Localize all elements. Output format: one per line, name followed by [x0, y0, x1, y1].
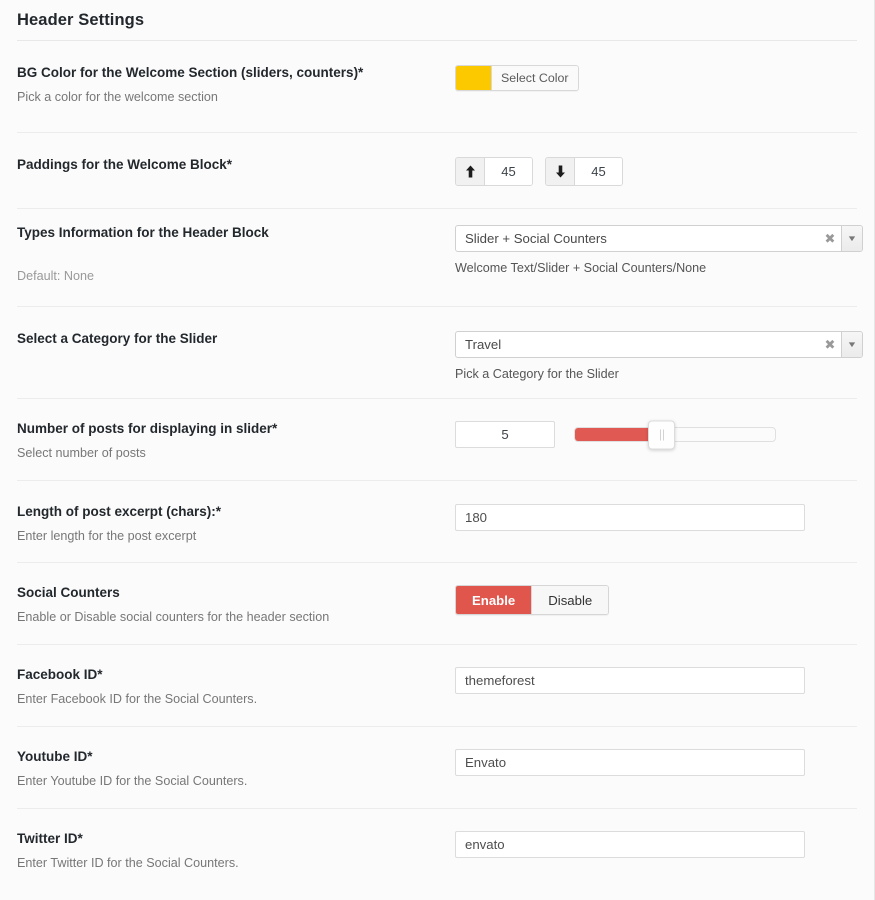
slider-grip-line: [662, 429, 664, 440]
padding-top-value[interactable]: 45: [485, 158, 532, 185]
types-information-default: Default: None: [17, 268, 95, 283]
row-paddings: Paddings for the Welcome Block* 45 45: [17, 133, 857, 209]
row-facebook-id: Facebook ID* Enter Facebook ID for the S…: [17, 645, 857, 727]
padding-top-field[interactable]: 45: [455, 157, 533, 186]
row-types-information: Types Information for the Header Block D…: [17, 209, 863, 307]
row-paddings-left: Paddings for the Welcome Block*: [17, 157, 455, 174]
enable-button[interactable]: Enable: [456, 586, 532, 614]
row-excerpt-length-right: 180: [455, 504, 857, 531]
excerpt-length-input[interactable]: 180: [455, 504, 805, 531]
types-information-label: Types Information for the Header Block: [17, 225, 269, 240]
disable-button[interactable]: Disable: [531, 586, 609, 614]
row-youtube-right: Envato: [455, 749, 857, 776]
twitter-id-input[interactable]: envato: [455, 831, 805, 858]
padding-spinners: 45 45: [455, 157, 857, 186]
chevron-down-icon[interactable]: ▼: [841, 332, 862, 357]
facebook-id-input[interactable]: themeforest: [455, 667, 805, 694]
row-excerpt-length: Length of post excerpt (chars):* Enter l…: [17, 481, 857, 563]
row-excerpt-length-left: Length of post excerpt (chars):* Enter l…: [17, 504, 455, 544]
bg-color-description: Pick a color for the welcome section: [17, 89, 218, 104]
row-category-left: Select a Category for the Slider: [17, 331, 455, 348]
twitter-id-description: Enter Twitter ID for the Social Counters…: [17, 855, 239, 870]
row-twitter-left: Twitter ID* Enter Twitter ID for the Soc…: [17, 831, 455, 871]
youtube-id-label: Youtube ID*: [17, 749, 93, 764]
row-category-right: Travel ✖ ▼ Pick a Category for the Slide…: [455, 331, 863, 381]
social-counters-description: Enable or Disable social counters for th…: [17, 609, 330, 624]
row-category: Select a Category for the Slider Travel …: [17, 307, 863, 399]
row-number-of-posts: Number of posts for displaying in slider…: [17, 399, 857, 481]
social-counters-label: Social Counters: [17, 585, 120, 600]
select-color-label: Select Color: [492, 66, 578, 90]
youtube-id-description: Enter Youtube ID for the Social Counters…: [17, 773, 248, 788]
facebook-id-label: Facebook ID*: [17, 667, 103, 682]
types-information-selected-value: Slider + Social Counters: [465, 231, 607, 246]
paddings-label: Paddings for the Welcome Block*: [17, 157, 233, 172]
number-of-posts-slider[interactable]: [574, 420, 776, 449]
social-counters-toggle: Enable Disable: [455, 585, 610, 615]
slider-handle[interactable]: [648, 420, 675, 449]
types-information-hint: Welcome Text/Slider + Social Counters/No…: [455, 261, 707, 275]
youtube-id-input[interactable]: Envato: [455, 749, 805, 776]
row-twitter-id: Twitter ID* Enter Twitter ID for the Soc…: [17, 809, 857, 891]
clear-icon[interactable]: ✖: [819, 338, 841, 351]
arrow-down-icon: [546, 158, 575, 185]
row-facebook-left: Facebook ID* Enter Facebook ID for the S…: [17, 667, 455, 707]
color-picker-button[interactable]: Select Color: [455, 65, 579, 91]
color-swatch[interactable]: [456, 66, 492, 90]
facebook-id-description: Enter Facebook ID for the Social Counter…: [17, 691, 258, 706]
row-types-left: Types Information for the Header Block D…: [17, 225, 455, 284]
row-types-right: Slider + Social Counters ✖ ▼ Welcome Tex…: [455, 225, 863, 275]
padding-bottom-value[interactable]: 45: [575, 158, 622, 185]
number-of-posts-control: 5: [455, 420, 857, 449]
row-youtube-left: Youtube ID* Enter Youtube ID for the Soc…: [17, 749, 455, 789]
number-of-posts-input[interactable]: 5: [455, 421, 555, 448]
row-number-of-posts-right: 5: [455, 420, 857, 449]
page-title: Header Settings: [17, 11, 145, 29]
bg-color-label: BG Color for the Welcome Section (slider…: [17, 65, 364, 80]
arrow-up-icon: [456, 158, 485, 185]
clear-icon[interactable]: ✖: [819, 232, 841, 245]
row-twitter-right: envato: [455, 831, 857, 858]
number-of-posts-label: Number of posts for displaying in slider…: [17, 421, 278, 436]
row-bg-color: BG Color for the Welcome Section (slider…: [17, 41, 857, 133]
category-selected-value: Travel: [465, 337, 502, 352]
row-bg-color-right: Select Color: [455, 65, 857, 95]
row-facebook-right: themeforest: [455, 667, 857, 694]
row-paddings-right: 45 45: [455, 157, 857, 186]
row-social-counters: Social Counters Enable or Disable social…: [17, 563, 857, 645]
category-hint: Pick a Category for the Slider: [455, 367, 619, 381]
chevron-down-glyph: ▼: [846, 233, 858, 243]
chevron-down-icon[interactable]: ▼: [841, 226, 862, 251]
padding-bottom-field[interactable]: 45: [545, 157, 623, 186]
types-information-select[interactable]: Slider + Social Counters ✖ ▼: [455, 225, 863, 252]
category-label: Select a Category for the Slider: [17, 331, 218, 346]
header-settings-page: Header Settings BG Color for the Welcome…: [0, 0, 875, 900]
excerpt-length-label: Length of post excerpt (chars):*: [17, 504, 222, 519]
category-select[interactable]: Travel ✖ ▼: [455, 331, 863, 358]
row-bg-color-left: BG Color for the Welcome Section (slider…: [17, 65, 455, 105]
number-of-posts-description: Select number of posts: [17, 445, 146, 460]
settings-rows: BG Color for the Welcome Section (slider…: [17, 41, 863, 891]
row-social-counters-left: Social Counters Enable or Disable social…: [17, 585, 455, 625]
chevron-down-glyph: ▼: [846, 339, 858, 349]
row-social-counters-right: Enable Disable: [455, 585, 857, 615]
row-number-of-posts-left: Number of posts for displaying in slider…: [17, 421, 455, 461]
excerpt-length-description: Enter length for the post excerpt: [17, 528, 197, 543]
row-youtube-id: Youtube ID* Enter Youtube ID for the Soc…: [17, 727, 857, 809]
twitter-id-label: Twitter ID*: [17, 831, 83, 846]
slider-grip-line: [659, 429, 661, 440]
